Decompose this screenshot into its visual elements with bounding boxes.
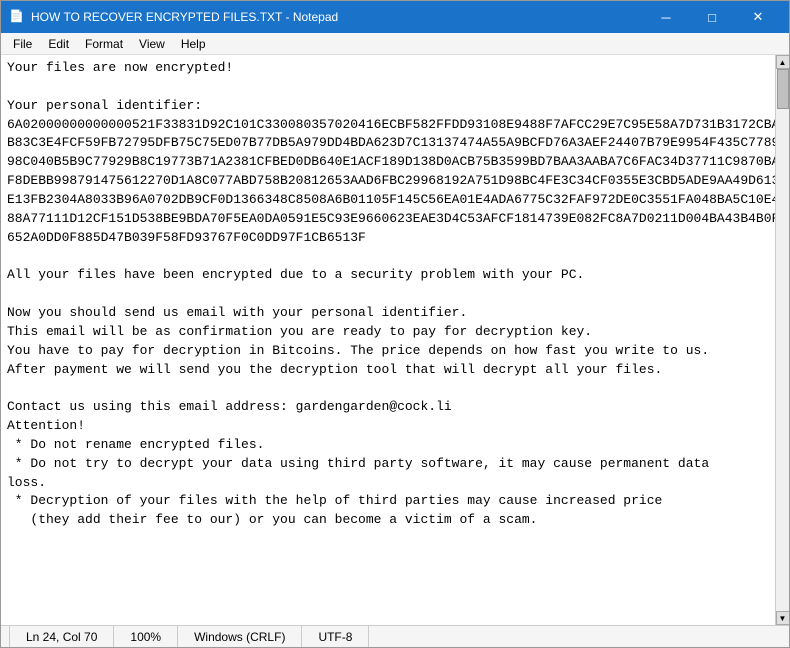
vertical-scrollbar[interactable]: ▲ ▼ <box>775 55 789 625</box>
cursor-position: Ln 24, Col 70 <box>9 626 114 647</box>
maximize-button[interactable]: □ <box>689 1 735 33</box>
editor-wrapper: ▲ ▼ <box>1 55 789 625</box>
scroll-track[interactable] <box>776 69 789 611</box>
menu-file[interactable]: File <box>5 33 40 55</box>
notepad-window: 📄 HOW TO RECOVER ENCRYPTED FILES.TXT - N… <box>0 0 790 648</box>
scroll-down-arrow[interactable]: ▼ <box>776 611 790 625</box>
zoom-level: 100% <box>114 626 178 647</box>
line-ending: Windows (CRLF) <box>178 626 302 647</box>
app-icon: 📄 <box>9 9 25 25</box>
close-button[interactable]: ✕ <box>735 1 781 33</box>
scroll-up-arrow[interactable]: ▲ <box>776 55 790 69</box>
window-controls: ─ □ ✕ <box>643 1 781 33</box>
window-title: HOW TO RECOVER ENCRYPTED FILES.TXT - Not… <box>31 10 338 24</box>
menu-help[interactable]: Help <box>173 33 214 55</box>
menu-format[interactable]: Format <box>77 33 131 55</box>
minimize-button[interactable]: ─ <box>643 1 689 33</box>
menu-bar: File Edit Format View Help <box>1 33 789 55</box>
title-bar-left: 📄 HOW TO RECOVER ENCRYPTED FILES.TXT - N… <box>9 9 338 25</box>
menu-view[interactable]: View <box>131 33 173 55</box>
encoding: UTF-8 <box>302 626 369 647</box>
scroll-thumb[interactable] <box>777 69 789 109</box>
title-bar: 📄 HOW TO RECOVER ENCRYPTED FILES.TXT - N… <box>1 1 789 33</box>
text-editor[interactable] <box>1 55 775 625</box>
status-bar: Ln 24, Col 70 100% Windows (CRLF) UTF-8 <box>1 625 789 647</box>
menu-edit[interactable]: Edit <box>40 33 77 55</box>
